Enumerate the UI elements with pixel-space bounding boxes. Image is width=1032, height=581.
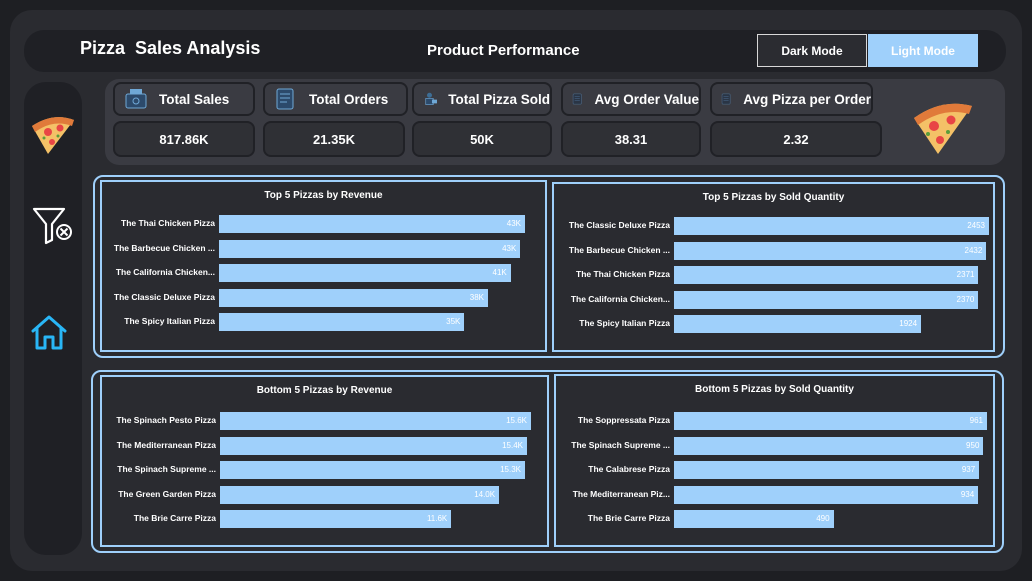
bar[interactable]: 15.6K — [220, 412, 531, 430]
bar[interactable]: 2371 — [674, 266, 979, 284]
kpi-avg-order-value-title: Avg Order Value — [561, 82, 701, 116]
bar[interactable]: 14.0K — [220, 485, 500, 504]
bar[interactable]: 43K — [219, 239, 521, 258]
clear-filter-icon[interactable] — [31, 206, 75, 246]
bar[interactable]: 41K — [219, 264, 511, 282]
kpi-label: Total Sales — [159, 91, 230, 107]
bar-category-label: The California Chicken... — [570, 293, 670, 304]
bar-category-label: The Spinach Pesto Pizza — [116, 415, 216, 425]
bottom-quantity-chart: Bottom 5 Pizzas by Sold Quantity The Sop… — [554, 374, 995, 547]
bar-category-label: The Thai Chicken Pizza — [576, 269, 670, 279]
delivery-icon — [425, 92, 437, 105]
pizza-slice-icon — [914, 103, 972, 154]
bar-value-label: 934 — [960, 489, 975, 499]
bar-value-label: 15.3K — [500, 465, 522, 474]
chart-title: Bottom 5 Pizzas by Revenue — [256, 385, 393, 396]
bar-category-label: The Green Garden Pizza — [118, 488, 216, 499]
bar-value-label: 11.6K — [426, 514, 448, 523]
kpi-total-sales-title: Total Sales — [113, 82, 255, 116]
bar-value-label: 38K — [469, 292, 484, 302]
kpi-total-sales-value: 817.86K — [113, 121, 255, 157]
page-subtitle: Product Performance — [427, 42, 580, 59]
bar-category-label: The Thai Chicken Pizza — [121, 218, 215, 228]
kpi-label: Total Orders — [309, 91, 389, 107]
bar[interactable]: 2432 — [674, 241, 987, 260]
bar[interactable]: 11.6K — [220, 510, 452, 528]
dark-mode-button[interactable]: Dark Mode — [757, 34, 867, 67]
bar-value-label: 15.4K — [502, 440, 523, 450]
bar[interactable]: 934 — [674, 485, 979, 504]
kpi-total-orders-value: 21.35K — [263, 121, 405, 157]
bar-category-label: The Classic Deluxe Pizza — [568, 220, 670, 230]
bar-category-label: The Brie Carre Pizza — [133, 513, 216, 523]
kpi-total-pizza-sold-title: Total Pizza Sold — [412, 82, 552, 116]
bar[interactable]: 38K — [219, 288, 488, 307]
bar-category-label: The Mediterranean Piz... — [572, 488, 670, 499]
bar[interactable]: 43K — [219, 215, 525, 233]
checklist-icon — [721, 93, 731, 105]
bar[interactable]: 961 — [674, 412, 987, 430]
bar-category-label: The Mediterranean Pizza — [116, 439, 216, 450]
money-icon — [125, 89, 147, 109]
kpi-total-pizza-sold-value: 50K — [412, 121, 552, 157]
bar-value-label: 490 — [816, 514, 830, 523]
pizza-icon[interactable] — [28, 104, 78, 156]
chart-title: Top 5 Pizzas by Revenue — [264, 190, 383, 201]
bar-category-label: The California Chicken... — [115, 267, 215, 277]
bar[interactable]: 15.3K — [220, 461, 526, 479]
bar-category-label: The Soppressata Pizza — [577, 415, 670, 425]
bar-category-label: The Calabrese Pizza — [588, 464, 670, 474]
bar-value-label: 41K — [492, 268, 507, 277]
bar-value-label: 2432 — [964, 245, 983, 255]
chart-title: Bottom 5 Pizzas by Sold Quantity — [695, 384, 854, 395]
light-mode-button[interactable]: Light Mode — [868, 34, 978, 67]
bar-value-label: 35K — [446, 317, 461, 326]
bar-value-label: 15.6K — [506, 416, 527, 425]
bar-category-label: The Spicy Italian Pizza — [124, 316, 215, 326]
kpi-label: Avg Pizza per Order — [743, 91, 871, 107]
bar-value-label: 937 — [961, 465, 976, 474]
bar-value-label: 14.0K — [474, 489, 496, 499]
top-quantity-chart: Top 5 Pizzas by Sold Quantity The Classi… — [552, 182, 995, 352]
bar-category-label: The Classic Deluxe Pizza — [113, 291, 215, 302]
bar-category-label: The Barbecue Chicken ... — [113, 242, 215, 253]
bar-value-label: 1924 — [899, 319, 918, 328]
bar-value-label: 950 — [966, 440, 980, 450]
bar-category-label: The Spicy Italian Pizza — [579, 318, 670, 328]
chart-title: Top 5 Pizzas by Sold Quantity — [702, 192, 845, 203]
bar-value-label: 43K — [502, 243, 517, 253]
bar-value-label: 2370 — [956, 294, 975, 304]
bar[interactable]: 2370 — [674, 290, 979, 309]
bottom-revenue-chart: Bottom 5 Pizzas by Revenue The Spinach P… — [100, 375, 549, 547]
bar[interactable]: 1924 — [674, 315, 922, 333]
page-title: Pizza Sales Analysis — [80, 38, 261, 58]
kpi-label: Total Pizza Sold — [448, 91, 550, 107]
bar[interactable]: 2453 — [674, 217, 989, 235]
bar[interactable]: 937 — [674, 461, 980, 479]
kpi-avg-pizza-per-order-title: Avg Pizza per Order — [710, 82, 873, 116]
bar-value-label: 961 — [969, 416, 983, 425]
bar[interactable]: 15.4K — [220, 436, 527, 455]
top-revenue-chart: Top 5 Pizzas by Revenue The Thai Chicken… — [100, 180, 547, 352]
bar-value-label: 43K — [506, 219, 521, 228]
kpi-total-orders-title: Total Orders — [263, 82, 408, 116]
bar-category-label: The Brie Carre Pizza — [587, 513, 670, 523]
order-list-icon — [276, 88, 294, 110]
bar-category-label: The Barbecue Chicken ... — [568, 244, 670, 255]
bar-category-label: The Spinach Supreme ... — [571, 439, 670, 450]
bar-value-label: 2453 — [967, 221, 985, 230]
kpi-label: Avg Order Value — [594, 91, 699, 107]
kpi-avg-order-value-value: 38.31 — [561, 121, 701, 157]
bar-value-label: 2371 — [956, 270, 975, 279]
kpi-avg-pizza-per-order-value: 2.32 — [710, 121, 882, 157]
checklist-icon — [572, 93, 582, 105]
bar[interactable]: 950 — [674, 436, 984, 455]
bar[interactable]: 490 — [674, 510, 834, 528]
home-icon[interactable] — [29, 312, 69, 352]
bar-category-label: The Spinach Supreme ... — [117, 464, 216, 474]
bar[interactable]: 35K — [219, 313, 465, 331]
